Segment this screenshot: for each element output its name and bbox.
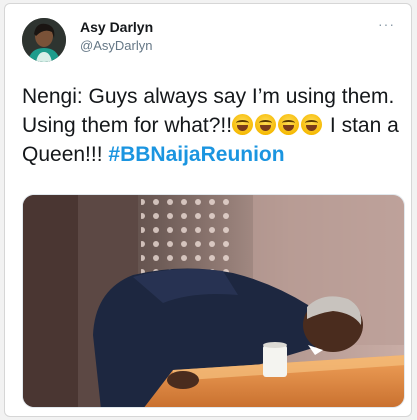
tweet-card[interactable]: Asy Darlyn @AsyDarlyn ··· Nengi: Guys al… xyxy=(4,3,412,417)
author-handle[interactable]: @AsyDarlyn xyxy=(80,38,152,53)
tweet-image[interactable] xyxy=(22,194,405,408)
author-name[interactable]: Asy Darlyn xyxy=(80,19,153,35)
hashtag-link[interactable]: #BBNaijaReunion xyxy=(108,143,284,166)
face-with-tears-of-joy-icon xyxy=(232,114,254,135)
more-options-icon[interactable]: ··· xyxy=(378,16,395,32)
avatar[interactable] xyxy=(22,18,66,62)
face-with-tears-of-joy-icon xyxy=(278,114,300,135)
tweet-text: Nengi: Guys always say I’m using them. U… xyxy=(22,82,402,169)
tweet-photo xyxy=(23,195,404,407)
face-with-tears-of-joy-icon xyxy=(255,114,277,135)
avatar-photo xyxy=(22,18,66,62)
face-with-tears-of-joy-icon xyxy=(301,114,323,135)
